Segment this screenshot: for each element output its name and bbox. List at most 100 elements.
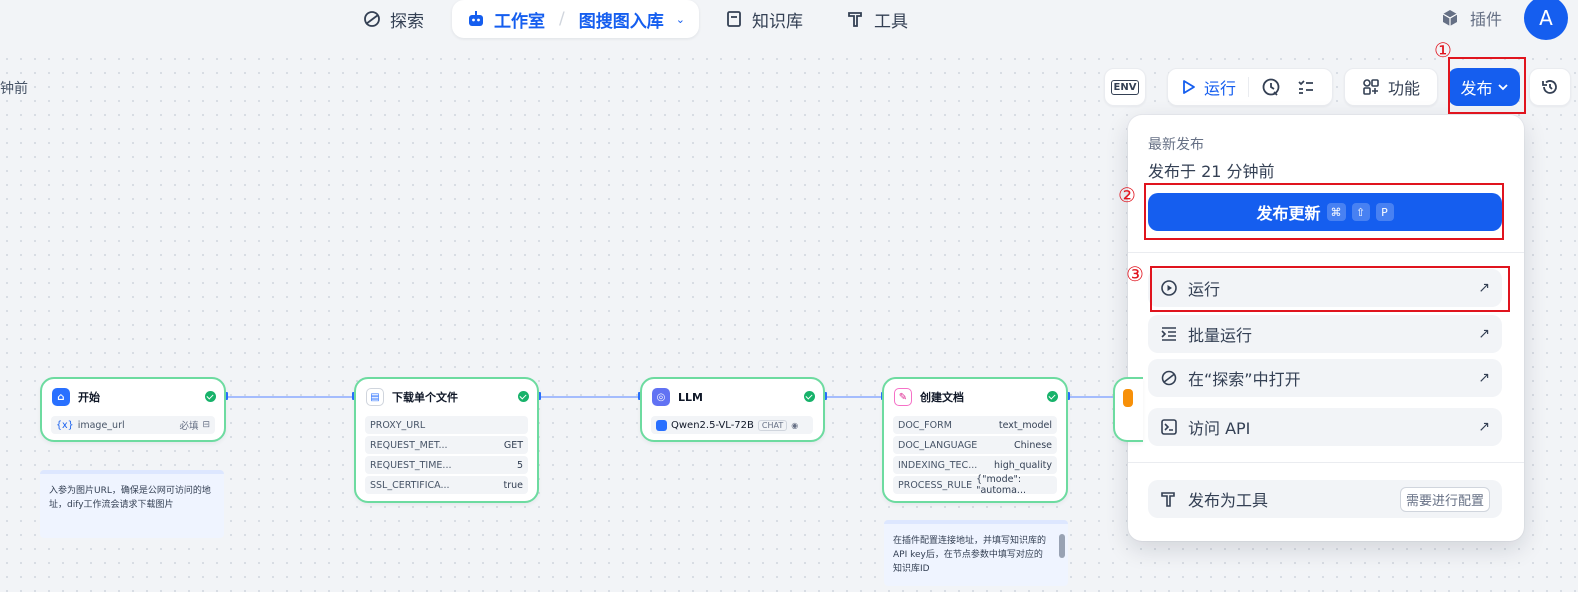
annotation-number-1: ① (1434, 38, 1452, 62)
node-header: ◎ LLM (652, 388, 703, 406)
nav-plugins[interactable]: 插件 (1440, 6, 1502, 30)
param-row: REQUEST_TIME... 5 (365, 456, 528, 474)
llm-icon: ◎ (652, 388, 670, 406)
features-button[interactable]: 功能 (1344, 68, 1438, 106)
menu-item-access-api-label: 访问 API (1188, 419, 1251, 438)
variable-name: image_url (77, 419, 125, 431)
studio-breadcrumb[interactable]: 工作室 / 图搜图入库 ⌄ (452, 0, 699, 38)
nav-knowledge-label: 知识库 (752, 11, 803, 32)
document-icon: ✎ (894, 388, 912, 406)
annotation-number-3: ③ (1126, 262, 1144, 286)
model-row: Qwen2.5-VL-72B CHAT ◉ (651, 416, 813, 434)
menu-item-batch-run[interactable]: 批量运行 ↗ (1148, 315, 1502, 353)
node-header: ⌂ 开始 (52, 388, 100, 406)
node-title: 下载单个文件 (392, 391, 458, 404)
external-link-icon: ↗ (1478, 419, 1490, 435)
node-create-document[interactable]: ✎ 创建文档 DOC_FORM text_model DOC_LANGUAGE Ch… (882, 377, 1068, 503)
note-scrollbar[interactable] (1059, 534, 1065, 558)
terminal-icon (1161, 419, 1177, 435)
latest-publish-label: 最新发布 (1148, 137, 1204, 153)
run-button[interactable]: 运行 (1182, 75, 1236, 99)
checklist-icon[interactable] (1297, 78, 1315, 96)
param-key: INDEXING_TEC... (898, 459, 978, 471)
app-name[interactable]: 图搜图入库 (579, 7, 664, 32)
node-start[interactable]: ⌂ 开始 {x} image_url 必填 ⊟ (40, 377, 226, 442)
features-label: 功能 (1387, 79, 1420, 98)
nav-studio-label[interactable]: 工作室 (494, 7, 545, 32)
param-key: DOC_FORM (898, 419, 952, 431)
node-header: ✎ 创建文档 (894, 388, 964, 406)
robot-icon (469, 11, 483, 26)
node-llm[interactable]: ◎ LLM Qwen2.5-VL-72B CHAT ◉ (640, 377, 825, 442)
env-icon: ENV (1110, 79, 1140, 95)
publish-menu: 最新发布 发布于 21 分钟前 发布更新 ⌘ ⇧ P 运行 ↗ 批量运行 ↗ 在… (1128, 115, 1524, 541)
external-link-icon: ↗ (1478, 370, 1490, 386)
breadcrumb-separator: / (559, 9, 565, 29)
param-row: DOC_FORM text_model (893, 416, 1057, 434)
toolbar-divider (1248, 77, 1250, 97)
menu-divider (1128, 252, 1524, 253)
param-row: DOC_LANGUAGE Chinese (893, 436, 1057, 454)
node-title: LLM (678, 390, 703, 404)
node-title: 创建文档 (920, 391, 964, 404)
note-text: 入参为图片URL，确保是公网可访问的地址，dify工作流会请求下载图片 (49, 486, 211, 510)
nav-explore-label: 探索 (390, 11, 424, 32)
param-value: {"mode": "automa... (976, 474, 1026, 496)
node-download-file[interactable]: ▤ 下载单个文件 PROXY_URL REQUEST_MET... GET REQ… (354, 377, 539, 503)
file-icon: ▤ (366, 388, 384, 406)
nav-knowledge[interactable]: 知识库 (724, 6, 803, 32)
hammer-icon (848, 12, 862, 27)
note-document[interactable]: 在插件配置连接地址，并填写知识库的API key后，在节点参数中填写对应的知识库… (884, 520, 1068, 586)
menu-divider (1128, 462, 1524, 463)
param-value: GET (503, 439, 523, 451)
menu-item-access-api[interactable]: 访问 API ↗ (1148, 408, 1502, 446)
eye-icon: ◉ (791, 420, 799, 430)
param-key: PROCESS_RULE (898, 479, 973, 491)
node-title: 开始 (78, 391, 100, 404)
edge-start-download (227, 396, 353, 398)
success-check-icon (804, 391, 815, 402)
model-mode-badge: CHAT (757, 419, 788, 431)
last-saved-time: 钟前 (0, 81, 28, 97)
param-value: Chinese (1014, 439, 1052, 451)
needs-config-badge: 需要进行配置 (1399, 486, 1490, 512)
start-variable-row: {x} image_url 必填 ⊟ (51, 416, 215, 434)
param-row: INDEXING_TEC... high_quality (893, 456, 1057, 474)
cube-icon (1442, 10, 1458, 26)
explore-icon (364, 11, 380, 27)
model-provider-icon (656, 419, 667, 431)
param-row: PROXY_URL (365, 416, 528, 434)
chevron-down-icon[interactable]: ⌄ (676, 13, 685, 26)
param-row: REQUEST_MET... GET (365, 436, 528, 454)
menu-item-open-explore[interactable]: 在“探索”中打开 ↗ (1148, 359, 1502, 397)
required-tag: 必填 (179, 421, 199, 432)
param-value: text_model (998, 419, 1052, 431)
env-button[interactable]: ENV (1104, 68, 1146, 106)
run-button-label: 运行 (1204, 79, 1237, 98)
annotation-box-3 (1150, 266, 1510, 312)
nav-plugins-label: 插件 (1470, 10, 1503, 29)
avatar[interactable]: A (1524, 0, 1568, 40)
nav-explore[interactable]: 探索 (362, 6, 424, 32)
param-row: SSL_CERTIFICA... true (365, 476, 528, 494)
book-icon (727, 11, 741, 27)
version-history-button[interactable] (1529, 68, 1571, 106)
param-key: PROXY_URL (370, 419, 426, 431)
menu-item-publish-as-tool[interactable]: 发布为工具 需要进行配置 (1148, 480, 1502, 518)
success-check-icon (518, 391, 529, 402)
variable-icon: {x} (56, 419, 74, 431)
nav-tools-label: 工具 (874, 11, 908, 32)
edge-doc-next (1069, 396, 1114, 398)
node-header: ▤ 下载单个文件 (366, 388, 458, 406)
hammer-icon (1161, 492, 1175, 507)
note-start[interactable]: 入参为图片URL，确保是公网可访问的地址，dify工作流会请求下载图片 (40, 470, 224, 538)
annotation-number-2: ② (1118, 183, 1136, 207)
nav-tools[interactable]: 工具 (846, 6, 908, 32)
success-check-icon (205, 391, 216, 402)
success-check-icon (1047, 391, 1058, 402)
model-name: Qwen2.5-VL-72B (671, 419, 754, 431)
batch-list-icon (1161, 327, 1176, 341)
external-link-icon: ↗ (1478, 326, 1490, 342)
node-next-partial[interactable] (1113, 377, 1143, 442)
run-history-icon[interactable] (1261, 77, 1281, 97)
